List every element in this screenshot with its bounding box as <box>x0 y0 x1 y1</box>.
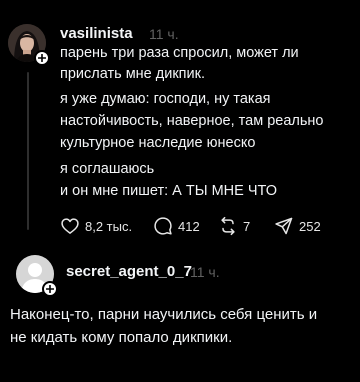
comment-count: 412 <box>178 218 200 234</box>
post-author-avatar[interactable] <box>8 24 50 66</box>
heart-icon <box>60 216 80 236</box>
repost-count: 7 <box>243 218 251 234</box>
post-text-line: я уже думаю: господи, ну такая <box>60 91 271 107</box>
post-username[interactable]: vasilinista <box>60 25 133 42</box>
send-icon <box>274 216 294 236</box>
post-text-line: прислать мне дикпик. <box>60 66 205 82</box>
speech-bubble-icon <box>153 216 173 236</box>
reply-text-line: Наконец-то, парни научились себя ценить … <box>10 306 318 323</box>
share-count: 252 <box>299 218 321 234</box>
thread-line <box>27 72 29 230</box>
like-button[interactable]: 8,2 тыс. <box>60 215 132 237</box>
repost-button[interactable]: 7 <box>218 215 250 237</box>
follow-plus-icon[interactable] <box>42 281 58 297</box>
post-text-line: и он мне пишет: А ТЫ МНЕ ЧТО <box>60 183 277 199</box>
reply-timestamp[interactable]: 11 ч. <box>190 264 220 280</box>
post: vasilinista 11 ч. парень три раза спроси… <box>0 0 360 244</box>
reply-text-line: не кидать кому попало дикпики. <box>10 329 233 346</box>
post-text-line: настойчивость, наверное, там реально <box>60 113 324 129</box>
reply-username[interactable]: secret_agent_0_7 <box>66 263 192 280</box>
repost-icon <box>218 216 238 236</box>
comment-button[interactable]: 412 <box>153 215 200 237</box>
follow-plus-icon[interactable] <box>34 50 50 66</box>
like-count: 8,2 тыс. <box>85 218 133 234</box>
post-text-line: парень три раза спросил, может ли <box>60 45 299 61</box>
reply-author-avatar[interactable] <box>16 255 58 297</box>
post-text-line: культурное наследие юнеско <box>60 135 256 151</box>
share-button[interactable]: 252 <box>274 215 321 237</box>
post-timestamp[interactable]: 11 ч. <box>149 26 179 42</box>
post-text-line: я соглашаюсь <box>60 161 155 177</box>
